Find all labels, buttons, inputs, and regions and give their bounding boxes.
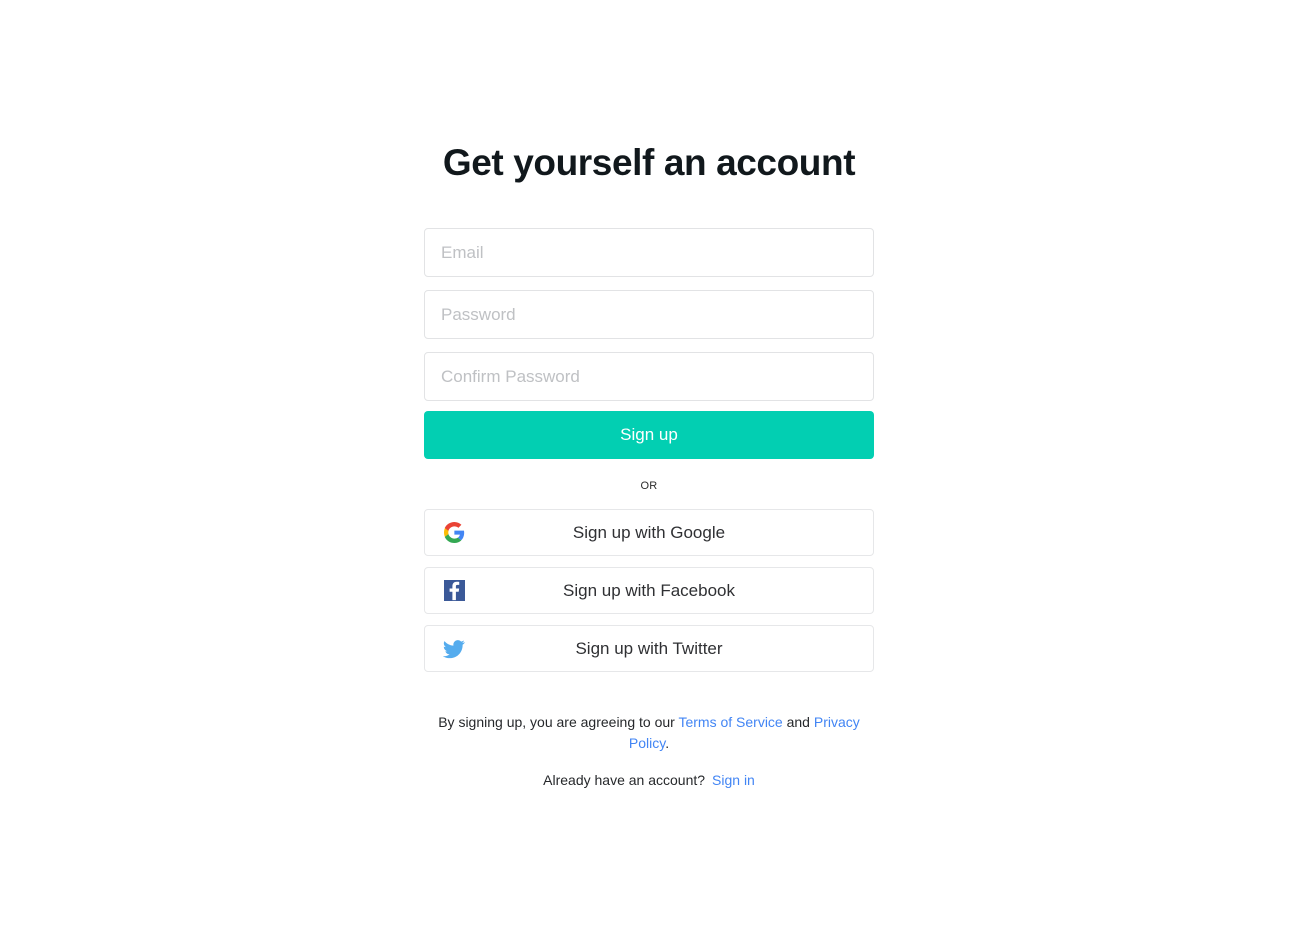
- twitter-icon: [443, 638, 465, 660]
- sign-up-with-twitter-button[interactable]: Sign up with Twitter: [424, 625, 874, 672]
- sign-up-with-google-button[interactable]: Sign up with Google: [424, 509, 874, 556]
- sign-up-button[interactable]: Sign up: [424, 411, 874, 459]
- sign-in-prompt: Already have an account?: [543, 772, 706, 788]
- field-spacer: [424, 277, 874, 290]
- social-button-label: Sign up with Google: [572, 522, 726, 542]
- sign-in-prompt-row: Already have an account? Sign in: [424, 770, 874, 790]
- legal-suffix: .: [665, 735, 670, 751]
- google-icon: [443, 522, 465, 544]
- legal-conjunction: and: [782, 714, 814, 730]
- confirm-password-field[interactable]: [424, 352, 874, 401]
- social-button-label: Sign up with Facebook: [563, 580, 735, 600]
- legal-text: By signing up, you are agreeing to our T…: [424, 712, 874, 754]
- social-button-label: Sign up with Twitter: [575, 638, 723, 658]
- signup-form: Sign up OR Sign up with Google: [424, 228, 874, 672]
- email-field[interactable]: [424, 228, 874, 277]
- field-spacer: [424, 339, 874, 352]
- signup-page: Get yourself an account Sign up OR Sign …: [0, 0, 1298, 933]
- or-separator: OR: [640, 480, 658, 492]
- facebook-icon: [443, 580, 465, 602]
- sign-in-link[interactable]: Sign in: [712, 772, 755, 788]
- terms-of-service-link[interactable]: Terms of Service: [678, 714, 782, 730]
- sign-up-with-facebook-button[interactable]: Sign up with Facebook: [424, 567, 874, 614]
- page-title: Get yourself an account: [442, 142, 856, 183]
- password-field[interactable]: [424, 290, 874, 339]
- social-signup-list: Sign up with Google Sign up with Faceboo…: [424, 509, 874, 672]
- legal-prefix: By signing up, you are agreeing to our: [438, 714, 679, 730]
